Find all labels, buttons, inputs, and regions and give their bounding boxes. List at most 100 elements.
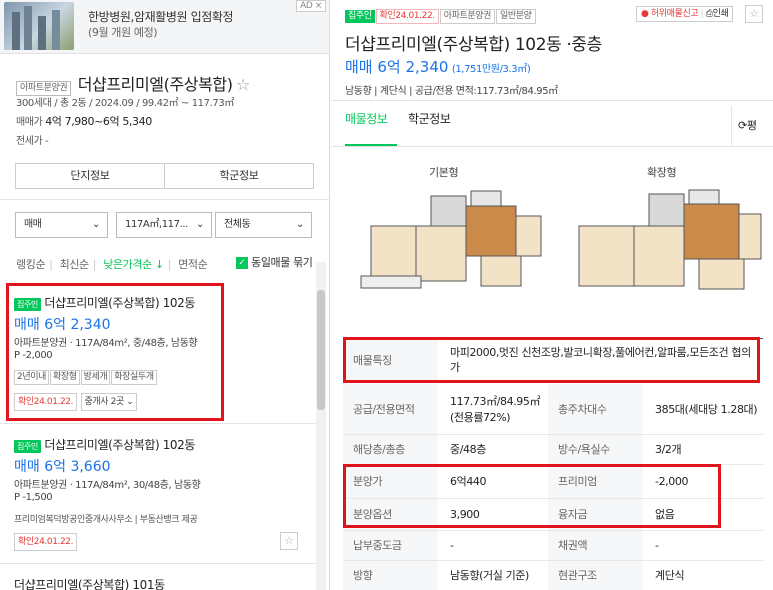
listing-price: 매매 6억 3,660 <box>14 459 111 475</box>
sale-type-tag: 일반분양 <box>496 9 536 24</box>
divider <box>0 423 316 424</box>
floorplan-basic-image[interactable] <box>351 186 551 296</box>
area-value: 117A㎡,117... <box>125 219 188 230</box>
building-select[interactable]: 전체동 ⌄ <box>215 212 312 238</box>
area-unit-toggle[interactable]: ⟳평 <box>731 106 773 146</box>
floorplan-basic-label: 기본형 <box>429 166 459 179</box>
refresh-icon: ⟳ <box>738 119 747 132</box>
favorite-star-icon[interactable]: ☆ <box>745 5 763 23</box>
ad-thumbnail <box>4 2 74 50</box>
confirm-date-tag: 확인24.01.22. <box>375 9 439 24</box>
listing-panel: 한방병원,암재활병원 입점확정 (9월 개원 예정) AD × 아파트분양권 더… <box>0 0 330 590</box>
spec-label: 방수/욕실수 <box>548 434 643 465</box>
detail-summary: 남동향 | 계단식 | 공급/전용 면적:117.73㎡/84.95㎡ <box>345 86 558 97</box>
highlight-box <box>6 283 224 421</box>
checkbox-checked-icon[interactable]: ✓ <box>236 257 248 269</box>
area-unit-label: 평 <box>746 119 757 132</box>
spec-value: - <box>438 530 548 561</box>
spec-value: 385대(세대당 1.28대) <box>643 384 763 435</box>
detail-panel: 집주인 확인24.01.22. 아파트분양권 일반분양 ● 허위매물신고 | ⎙인쇄 … <box>331 0 773 590</box>
chevron-down-icon: ⌄ <box>92 219 100 230</box>
listing-title[interactable]: 더샵프리미엘(주상복합) 101동 <box>14 576 165 590</box>
listing-agency: 프리미엄복덕방공인중개사사무소 | 부동산뱅크 제공 <box>14 515 198 525</box>
ad-title: 한방병원,암재활병원 입점확정 <box>88 10 234 24</box>
spec-value: 중/48층 <box>438 434 548 465</box>
spec-value: 계단식 <box>643 560 763 590</box>
spec-label: 총주차대수 <box>548 384 643 435</box>
school-info-button[interactable]: 학군정보 <box>164 163 314 189</box>
favorite-star-icon[interactable]: ☆ <box>236 75 250 94</box>
type-tag: 아파트분양권 <box>439 9 496 24</box>
spec-label: 해당층/총층 <box>343 434 438 465</box>
spec-label: 납부중도금 <box>343 530 438 561</box>
spec-row: 방향 남동향(거실 기준) 현관구조 계단식 <box>343 560 763 590</box>
divider <box>331 100 773 101</box>
tab-listing-info[interactable]: 매물정보 <box>345 110 388 127</box>
complex-header: 아파트분양권 더샵프리미엘(주상복합) ☆ <box>16 71 250 96</box>
complex-info-button[interactable]: 단지정보 <box>15 163 165 189</box>
listing-title: 더샵프리미엘(주상복합) 102동 <box>44 438 196 452</box>
sort-latest[interactable]: 최신순 <box>60 258 90 271</box>
divider <box>331 146 773 147</box>
complex-meta: 300세대 / 총 2동 / 2024.09 / 99.42㎡ ~ 117.73… <box>16 98 234 109</box>
spec-value: 117.73㎡/84.95㎡(전용률72%) <box>438 384 548 435</box>
spec-label: 현관구조 <box>548 560 643 590</box>
listing-detail: 아파트분양권 · 117A/84m², 30/48층, 남동향 <box>14 480 201 491</box>
same-listing-toggle[interactable]: ✓ 동일매물 묶기 <box>236 254 313 270</box>
sort-low-price[interactable]: 낮은가격순 ↓ <box>103 258 164 271</box>
listing-title-row: 집주인 더샵프리미엘(주상복합) 102동 <box>14 436 195 453</box>
report-button[interactable]: 허위매물신고 <box>651 9 699 19</box>
same-listing-label: 동일매물 묶기 <box>251 256 313 269</box>
scrollbar[interactable] <box>316 262 326 590</box>
rent-price: 전세가 - <box>16 136 49 147</box>
spec-value: 3/2개 <box>643 434 763 465</box>
listing-footer: 확인24.01.22. <box>14 533 78 551</box>
spec-row: 해당층/총층 중/48층 방수/욕실수 3/2개 <box>343 434 763 465</box>
spec-label: 공급/전용면적 <box>343 384 438 435</box>
ad-subtitle: (9월 개원 예정) <box>88 26 158 39</box>
chevron-down-icon: ⌄ <box>196 219 204 230</box>
deal-type-value: 매매 <box>24 219 42 230</box>
ad-close-badge[interactable]: AD × <box>296 0 326 12</box>
spec-label: 방향 <box>343 560 438 590</box>
sort-area[interactable]: 면적순 <box>178 258 208 271</box>
spec-row: 공급/전용면적 117.73㎡/84.95㎡(전용률72%) 총주차대수 385… <box>343 384 763 435</box>
price-range: 4억 7,980~6억 5,340 <box>45 115 152 128</box>
action-buttons: ● 허위매물신고 | ⎙인쇄 <box>636 6 734 22</box>
sort-ranking[interactable]: 랭킹순 <box>16 258 46 271</box>
complex-price-row: 매매가 4억 7,980~6억 5,340 <box>16 113 152 129</box>
chevron-down-icon: ⌄ <box>296 219 304 230</box>
siren-icon: ● <box>641 9 649 19</box>
price-per-unit: (1,751만원/3.3㎡) <box>451 64 531 75</box>
confirm-date: 확인24.01.22. <box>14 533 78 551</box>
tab-school-info[interactable]: 학군정보 <box>408 110 451 127</box>
divider <box>0 563 316 564</box>
detail-price: 매매 6억 2,340 <box>345 58 449 76</box>
print-button[interactable]: 인쇄 <box>713 9 729 19</box>
floorplan-extended-label: 확장형 <box>647 166 677 179</box>
detail-price-row: 매매 6억 2,340 (1,751만원/3.3㎡) <box>345 56 531 77</box>
price-label: 매매가 <box>16 117 43 128</box>
owner-badge: 집주인 <box>14 440 41 453</box>
highlight-box <box>343 464 721 528</box>
highlight-box <box>343 337 760 383</box>
detail-tags: 집주인 확인24.01.22. 아파트분양권 일반분양 <box>345 7 537 24</box>
detail-title: 더샵프리미엘(주상복합) 102동 ·중층 <box>345 35 602 55</box>
spec-value: - <box>643 530 763 561</box>
area-select[interactable]: 117A㎡,117... ⌄ <box>116 212 212 238</box>
spec-value: 남동향(거실 기준) <box>438 560 548 590</box>
floorplan-extended-image[interactable] <box>569 186 769 296</box>
sort-bar: 랭킹순 | 최신순 | 낮은가격순 ↓ | 면적순 <box>16 258 208 271</box>
print-icon: ⎙ <box>705 9 713 19</box>
favorite-star-icon[interactable]: ☆ <box>280 532 298 550</box>
spec-label: 채권액 <box>548 530 643 561</box>
ad-banner[interactable]: 한방병원,암재활병원 입점확정 (9월 개원 예정) AD × <box>0 0 329 54</box>
divider <box>0 199 329 200</box>
listing-premium: P -1,500 <box>14 492 53 503</box>
spec-row: 납부중도금 - 채권액 - <box>343 530 763 561</box>
deal-type-select[interactable]: 매매 ⌄ <box>15 212 108 238</box>
owner-badge: 집주인 <box>345 10 375 23</box>
building-value: 전체동 <box>224 219 251 230</box>
scrollbar-thumb[interactable] <box>317 290 325 410</box>
complex-name: 더샵프리미엘(주상복합) <box>77 75 233 94</box>
